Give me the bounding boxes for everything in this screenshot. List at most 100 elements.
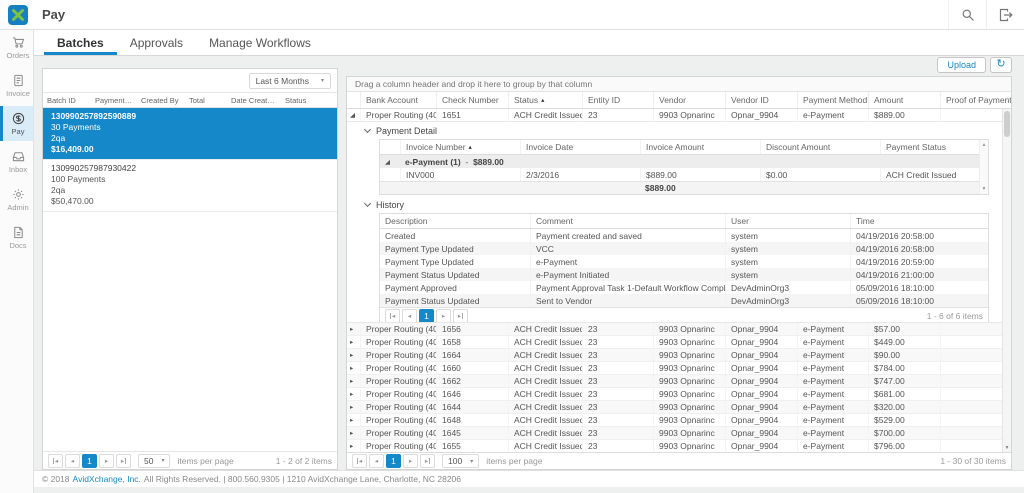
pager-last-button[interactable]: ▸ bbox=[420, 454, 435, 468]
payment-row[interactable]: ▸ Proper Routing (4044) 1656 ACH Credit … bbox=[347, 323, 1011, 336]
detail-scrollbar[interactable]: ▲ ▼ bbox=[979, 140, 988, 194]
sidebar-item-docs[interactable]: Docs bbox=[0, 220, 33, 255]
col-payment-method[interactable]: Payment Method bbox=[797, 92, 868, 108]
collapse-caret-icon[interactable]: ◢ bbox=[347, 109, 360, 121]
col-vendor-id[interactable]: Vendor ID bbox=[725, 92, 797, 108]
history-row[interactable]: Payment Status Updated e-Payment Initiat… bbox=[380, 268, 988, 281]
history-row[interactable]: Created Payment created and saved system… bbox=[380, 229, 988, 242]
col-entity-id[interactable]: Entity ID bbox=[582, 92, 653, 108]
expand-caret-icon[interactable]: ▸ bbox=[347, 388, 360, 400]
expand-caret-icon[interactable]: ▸ bbox=[347, 427, 360, 439]
cell-status: ACH Credit Issued bbox=[508, 336, 582, 348]
payment-row[interactable]: ▸ Proper Routing (4044) 1648 ACH Credit … bbox=[347, 414, 1011, 427]
sidebar-item-invoice[interactable]: Invoice bbox=[0, 68, 33, 103]
pager-page-button[interactable]: 1 bbox=[386, 454, 401, 468]
batch-row[interactable]: 130990257987930422 100 Payments 2qa $50,… bbox=[43, 160, 337, 212]
date-range-select[interactable]: Last 6 Months ▾ bbox=[249, 73, 331, 89]
payment-group-row[interactable]: ◢ e-Payment (1) - $889.00 bbox=[380, 155, 988, 168]
history-row[interactable]: Payment Type Updated e-Payment system 04… bbox=[380, 255, 988, 268]
payment-detail-section-toggle[interactable]: Payment Detail bbox=[365, 124, 989, 138]
col-created-by[interactable]: Created By bbox=[137, 96, 185, 105]
col-invoice-date[interactable]: Invoice Date bbox=[520, 140, 640, 154]
col-status[interactable]: Status▴ bbox=[508, 92, 582, 108]
sidebar-item-inbox[interactable]: Inbox bbox=[0, 144, 33, 179]
tab-batches[interactable]: Batches bbox=[44, 30, 117, 55]
expand-caret-icon[interactable]: ▸ bbox=[347, 349, 360, 361]
col-payment-status[interactable]: Payment Status bbox=[880, 140, 988, 154]
payment-row-expanded[interactable]: ◢ Proper Routing (4044) 1651 ACH Credit … bbox=[347, 109, 1011, 122]
batch-row[interactable]: 130990257892590889 30 Payments 2qa $16,4… bbox=[43, 108, 337, 160]
history-row[interactable]: Payment Type Updated VCC system 04/19/20… bbox=[380, 242, 988, 255]
col-proof-of-payment[interactable]: Proof of Payment bbox=[940, 92, 1011, 108]
search-button[interactable] bbox=[948, 0, 986, 29]
expand-caret-icon[interactable]: ▸ bbox=[347, 375, 360, 387]
group-collapse-icon[interactable]: ◢ bbox=[380, 155, 400, 168]
col-payment-co[interactable]: Payment Co... bbox=[91, 96, 137, 105]
payment-row[interactable]: ▸ Proper Routing (4044) 1655 ACH Credit … bbox=[347, 440, 1011, 452]
expand-caret-icon[interactable]: ▸ bbox=[347, 414, 360, 426]
invoice-row[interactable]: INV000 2/3/2016 $889.00 $0.00 ACH Credit… bbox=[380, 168, 988, 181]
payment-row[interactable]: ▸ Proper Routing (4044) 1646 ACH Credit … bbox=[347, 388, 1011, 401]
pager-last-button[interactable]: ▸ bbox=[116, 454, 131, 468]
col-description[interactable]: Description bbox=[380, 214, 530, 228]
col-invoice-amount[interactable]: Invoice Amount bbox=[640, 140, 760, 154]
col-date-created[interactable]: Date Created▾ bbox=[227, 96, 281, 105]
expand-caret-icon[interactable]: ▸ bbox=[347, 401, 360, 413]
history-section-toggle[interactable]: History bbox=[365, 198, 989, 212]
sidebar-item-orders[interactable]: Orders bbox=[0, 30, 33, 65]
pager-page-button[interactable]: 1 bbox=[82, 454, 97, 468]
col-bank-account[interactable]: Bank Account bbox=[360, 92, 436, 108]
expand-caret-icon[interactable]: ▸ bbox=[347, 336, 360, 348]
col-time[interactable]: Time bbox=[850, 214, 988, 228]
col-total[interactable]: Total bbox=[185, 96, 227, 105]
tab-manage-workflows[interactable]: Manage Workflows bbox=[196, 30, 324, 55]
sidebar-item-pay[interactable]: Pay bbox=[0, 106, 33, 141]
pager-first-button[interactable]: ◂ bbox=[48, 454, 63, 468]
pager-prev-button[interactable]: ◂ bbox=[369, 454, 384, 468]
pager-next-button[interactable]: ▸ bbox=[403, 454, 418, 468]
col-user[interactable]: User bbox=[725, 214, 850, 228]
scrollbar-thumb[interactable] bbox=[1004, 111, 1010, 137]
pager-last-button[interactable]: ▸ bbox=[453, 309, 468, 323]
sidebar-item-admin[interactable]: Admin bbox=[0, 182, 33, 217]
logout-button[interactable] bbox=[986, 0, 1024, 29]
col-comment[interactable]: Comment bbox=[530, 214, 725, 228]
company-link[interactable]: AvidXchange, Inc. bbox=[73, 474, 141, 484]
payment-row[interactable]: ▸ Proper Routing (4044) 1658 ACH Credit … bbox=[347, 336, 1011, 349]
pager-next-button[interactable]: ▸ bbox=[436, 309, 451, 323]
pager-next-button[interactable]: ▸ bbox=[99, 454, 114, 468]
col-amount[interactable]: Amount bbox=[868, 92, 940, 108]
col-status[interactable]: Status bbox=[281, 96, 337, 105]
refresh-button[interactable]: ↻ bbox=[990, 57, 1012, 73]
pager-page-button[interactable]: 1 bbox=[419, 309, 434, 323]
expand-caret-icon[interactable]: ▸ bbox=[347, 323, 360, 335]
upload-button[interactable]: Upload bbox=[937, 57, 986, 73]
expand-caret-icon[interactable]: ▸ bbox=[347, 362, 360, 374]
payment-row[interactable]: ▸ Proper Routing (4044) 1660 ACH Credit … bbox=[347, 362, 1011, 375]
scroll-down-icon[interactable]: ▼ bbox=[982, 186, 987, 192]
col-batch-id[interactable]: Batch ID bbox=[43, 96, 91, 105]
col-vendor[interactable]: Vendor bbox=[653, 92, 725, 108]
grid-scrollbar[interactable]: ▼ bbox=[1002, 109, 1011, 452]
pager-prev-button[interactable]: ◂ bbox=[402, 309, 417, 323]
page-size-select[interactable]: 50▾ bbox=[138, 454, 170, 468]
payment-row[interactable]: ▸ Proper Routing (4044) 1662 ACH Credit … bbox=[347, 375, 1011, 388]
payment-row[interactable]: ▸ Proper Routing (4044) 1644 ACH Credit … bbox=[347, 401, 1011, 414]
payment-row[interactable]: ▸ Proper Routing (4044) 1645 ACH Credit … bbox=[347, 427, 1011, 440]
pager-first-button[interactable]: ◂ bbox=[385, 309, 400, 323]
col-check-number[interactable]: Check Number bbox=[436, 92, 508, 108]
history-row[interactable]: Payment Approved Payment Approval Task 1… bbox=[380, 281, 988, 294]
pager-first-button[interactable]: ◂ bbox=[352, 454, 367, 468]
payment-row[interactable]: ▸ Proper Routing (4044) 1664 ACH Credit … bbox=[347, 349, 1011, 362]
col-invoice-number[interactable]: Invoice Number▴ bbox=[400, 140, 520, 154]
pager-prev-button[interactable]: ◂ bbox=[65, 454, 80, 468]
cell-time: 04/19/2016 20:58:00 bbox=[850, 229, 988, 242]
scroll-up-icon[interactable]: ▲ bbox=[982, 142, 987, 148]
expand-caret-icon[interactable]: ▸ bbox=[347, 440, 360, 452]
scroll-down-icon[interactable]: ▼ bbox=[1003, 445, 1011, 451]
group-by-bar[interactable]: Drag a column header and drop it here to… bbox=[347, 77, 1011, 92]
col-discount-amount[interactable]: Discount Amount bbox=[760, 140, 880, 154]
page-size-select[interactable]: 100▾ bbox=[442, 454, 479, 468]
history-row[interactable]: Payment Status Updated Sent to Vendor De… bbox=[380, 294, 988, 307]
tab-approvals[interactable]: Approvals bbox=[117, 30, 196, 55]
